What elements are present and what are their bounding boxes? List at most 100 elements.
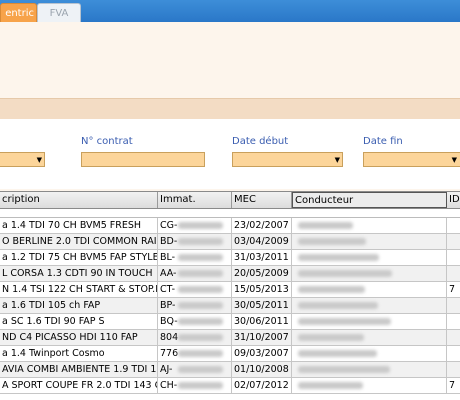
redacted-text [178, 270, 223, 277]
cell-id [447, 346, 460, 361]
redacted-text [298, 302, 378, 309]
chevron-down-icon: ▼ [451, 156, 457, 164]
tab-strip: entric FVA [0, 0, 460, 23]
redacted-text [178, 382, 223, 389]
redacted-text [178, 238, 223, 245]
table-row[interactable]: O BERLINE 2.0 TDI COMMON RAIL 14:BD-03/0… [0, 234, 460, 250]
vehicle-grid: cription Immat. MEC Conducteur ID a 1.4 … [0, 191, 460, 400]
chevron-down-icon: ▼ [334, 156, 340, 164]
cell-desc: a 1.2 TDI 75 CH BVM5 FAP STYLE [2, 250, 158, 265]
cell-immat: 804 [158, 330, 232, 345]
redacted-text [298, 222, 353, 229]
column-header-mec[interactable]: MEC [232, 192, 292, 208]
redacted-text [178, 222, 223, 229]
cell-desc: A SPORT COUPE FR 2.0 TDI 143 CH [2, 378, 158, 393]
tab-entric[interactable]: entric [0, 3, 37, 23]
redacted-text [298, 382, 363, 389]
cell-id [447, 298, 460, 313]
cell-id [447, 218, 460, 233]
cell-id [447, 234, 460, 249]
redacted-text [178, 254, 223, 261]
cell-mec: 30/06/2011 [232, 314, 292, 329]
tab-fva[interactable]: FVA [37, 3, 81, 23]
table-row[interactable]: L CORSA 1.3 CDTI 90 IN TOUCH AA- 20/05/200… [0, 266, 460, 282]
cell-id [447, 314, 460, 329]
redacted-text [178, 334, 223, 341]
cell-id [447, 250, 460, 265]
start-date-dropdown[interactable]: ▼ [232, 152, 343, 167]
cell-mec: 31/10/2007 [232, 330, 292, 345]
chevron-down-icon: ▼ [36, 156, 42, 164]
category-dropdown[interactable]: ▼ [0, 152, 45, 167]
redacted-text [298, 366, 390, 373]
cell-immat: CT- [158, 282, 232, 297]
table-row[interactable]: a 1.4 Twinport Cosmo 776 09/03/2007 [0, 346, 460, 362]
cell-mec: 31/03/2011 [232, 250, 292, 265]
cell-desc: L CORSA 1.3 CDTI 90 IN TOUCH [0, 266, 158, 281]
cell-immat: BP- [158, 298, 232, 313]
cell-mec: 23/02/2007 [232, 218, 292, 233]
redacted-text [178, 286, 223, 293]
table-row[interactable]: a 1.4 TDI 70 CH BVM5 FRESH CG- 23/02/2007 [0, 218, 460, 234]
contract-label: N° contrat [81, 136, 133, 147]
cell-conducteur [292, 330, 447, 345]
table-row[interactable]: N 1.4 TSI 122 CH START & STOP.FR CT- 15/05… [0, 282, 460, 298]
cell-conducteur [292, 314, 447, 329]
redacted-text [178, 366, 223, 373]
cell-mec: 20/05/2009 [232, 266, 292, 281]
table-row[interactable]: ND C4 PICASSO HDI 110 FAP 804 31/10/2007 [0, 330, 460, 346]
cell-desc: a 1.4 Twinport Cosmo [0, 346, 158, 361]
column-header-id[interactable]: ID [447, 192, 460, 208]
table-row[interactable]: AVIA COMBI AMBIENTE 1.9 TDI 105C AJ- 01/10… [0, 362, 460, 378]
section-band [0, 98, 460, 119]
table-row[interactable]: a 1.6 TDI 105 ch FAP BP- 30/05/2011 [0, 298, 460, 314]
column-header-immat[interactable]: Immat. [158, 192, 232, 208]
cell-id [447, 330, 460, 345]
cell-immat: 776 [158, 346, 232, 361]
cell-immat: CG- [158, 218, 232, 233]
cell-conducteur [292, 266, 447, 281]
cell-mec: 30/05/2011 [232, 298, 292, 313]
table-row[interactable]: a SC 1.6 TDI 90 FAP S BQ- 30/06/2011 [0, 314, 460, 330]
cell-desc: ND C4 PICASSO HDI 110 FAP [0, 330, 158, 345]
cell-mec: 03/04/2009 [232, 234, 292, 249]
redacted-text [298, 270, 392, 277]
column-header-description[interactable]: cription [0, 192, 158, 208]
table-row[interactable]: a 1.2 TDI 75 CH BVM5 FAP STYLE BL- 31/03/2… [0, 250, 460, 266]
cell-mec: 01/10/2008 [232, 362, 292, 377]
filter-panel: ▼ N° contrat Date début ▼ Date fin ▼ [0, 119, 460, 189]
cell-desc: N 1.4 TSI 122 CH START & STOP.FR [2, 282, 158, 297]
cell-desc: AVIA COMBI AMBIENTE 1.9 TDI 105C [2, 362, 158, 377]
cell-id [447, 266, 460, 281]
redacted-text [178, 350, 223, 357]
grid-filter-row[interactable] [0, 209, 460, 218]
cell-immat: BD- [158, 234, 232, 249]
table-row[interactable]: A SPORT COUPE FR 2.0 TDI 143 CH CH- 02/07/… [0, 378, 460, 394]
redacted-text [178, 302, 223, 309]
cell-immat: BQ- [158, 314, 232, 329]
cell-mec: 15/05/2013 [232, 282, 292, 297]
cell-immat: AA- [158, 266, 232, 281]
redacted-text [298, 350, 377, 357]
contract-input[interactable] [81, 152, 205, 167]
column-header-conducteur[interactable]: Conducteur [292, 192, 447, 208]
cell-conducteur [292, 250, 447, 265]
cell-conducteur [292, 362, 447, 377]
cell-desc: a 1.4 TDI 70 CH BVM5 FRESH [0, 218, 158, 233]
cell-immat: CH- [158, 378, 232, 393]
redacted-text [298, 318, 391, 325]
content-area [0, 22, 460, 98]
cell-conducteur [292, 346, 447, 361]
redacted-text [178, 318, 223, 325]
cell-id: 7 [447, 378, 460, 393]
end-date-label: Date fin [363, 136, 403, 147]
cell-conducteur [292, 282, 447, 297]
grid-header: cription Immat. MEC Conducteur ID [0, 191, 460, 209]
cell-conducteur [292, 218, 447, 233]
redacted-text [298, 254, 379, 261]
cell-conducteur [292, 298, 447, 313]
cell-id: 7 [447, 282, 460, 297]
redacted-text [298, 334, 364, 341]
end-date-dropdown[interactable]: ▼ [363, 152, 460, 167]
cell-desc: O BERLINE 2.0 TDI COMMON RAIL 14: [2, 234, 158, 249]
